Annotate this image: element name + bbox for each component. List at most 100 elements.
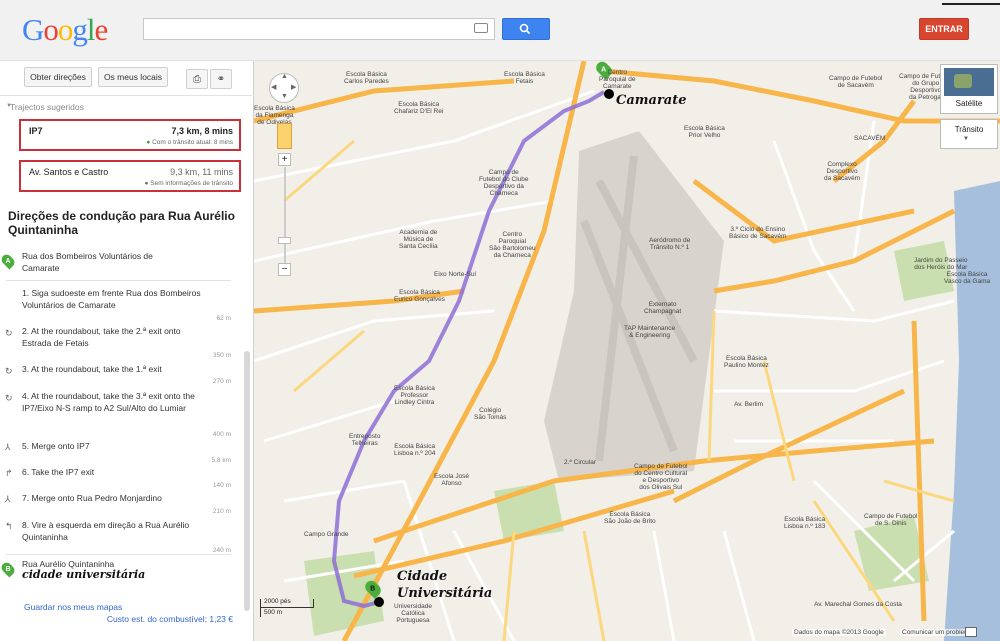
zoom-slider-thumb[interactable] — [278, 237, 291, 244]
route-option-ip7[interactable]: IP7 7,3 km, 8 mins ● Com o trânsito atua… — [19, 119, 241, 151]
keyboard-icon[interactable] — [474, 23, 488, 33]
direction-step[interactable]: 2. At the roundabout, take the 2.ª exit … — [22, 325, 202, 349]
pan-right-icon[interactable]: ▶ — [291, 83, 296, 91]
satellite-toggle[interactable]: Satélite — [940, 64, 998, 114]
traffic-toggle[interactable]: Trânsito ▼ — [940, 119, 998, 149]
link-button[interactable]: ⚭ — [210, 69, 232, 89]
map-attribution: Dados do mapa ©2013 Google — [792, 629, 886, 636]
map-label: Campo de Futebol do Clube Desportivo da … — [479, 169, 529, 197]
merge-icon: ⅄ — [5, 494, 11, 504]
search-button[interactable] — [502, 18, 550, 40]
map-label: Escola Básica Carlos Paredes — [344, 71, 389, 85]
scale-meters: 500 m — [264, 609, 283, 616]
route-option-santos-castro[interactable]: Av. Santos e Castro 9,3 km, 11 mins ● Se… — [19, 160, 241, 192]
pan-down-icon[interactable]: ▼ — [281, 93, 288, 100]
map-label: Complexo Desportivo da Sacavém — [824, 161, 861, 182]
sidebar-scrollbar[interactable] — [244, 351, 250, 611]
annotation-cidade: Cidade — [397, 569, 448, 584]
save-to-my-maps-link[interactable]: Guardar nos meus mapas — [24, 602, 122, 612]
search-input[interactable] — [143, 18, 495, 40]
end-dot — [374, 597, 384, 607]
pan-up-icon[interactable]: ▲ — [281, 73, 288, 80]
merge-icon: ⅄ — [5, 442, 11, 452]
direction-step[interactable]: 6. Take the IP7 exit — [22, 466, 202, 478]
map-label: Jardim do Passeio dos Heróis do Mar — [914, 257, 968, 271]
direction-step[interactable]: 5. Merge onto IP7 — [22, 440, 202, 452]
zoom-in-button[interactable]: + — [278, 153, 291, 166]
map-label: 3.º Ciclo do Ensino Básico de Sacavém — [729, 226, 787, 240]
step-distance: 350 m — [212, 352, 231, 359]
step-distance: 62 m — [216, 315, 231, 322]
map-label: Escola Básica Prior Velho — [684, 125, 725, 139]
map-label: Eixo Norte-Sul — [434, 271, 476, 278]
satellite-label: Satélite — [955, 99, 983, 108]
map-overview-icon[interactable] — [965, 627, 977, 637]
direction-step[interactable]: 7. Merge onto Rua Pedro Monjardino — [22, 492, 202, 504]
google-logo[interactable]: Google — [22, 12, 108, 48]
map-label: Campo Grande — [304, 531, 349, 538]
directions-title: Direções de condução para Rua Aurélio Qu… — [8, 209, 235, 237]
map-label: Campo de Futebol de S. Dinis — [864, 513, 918, 527]
direction-step[interactable]: 1. Siga sudoeste em frente Rua dos Bombe… — [22, 287, 202, 311]
zoom-out-button[interactable]: − — [278, 263, 291, 276]
scale-feet: 2000 pés — [264, 598, 291, 605]
traffic-label: Trânsito — [954, 125, 984, 134]
chevron-down-icon: ▼ — [963, 136, 969, 142]
turn-left-icon: ↰ — [5, 521, 13, 531]
top-divider — [942, 3, 1000, 5]
map-label: Av. Berlim — [734, 401, 764, 408]
link-icon: ⚭ — [216, 73, 226, 85]
handwritten-end-note: cidade universitária — [22, 568, 146, 581]
print-button[interactable]: ⎙ — [186, 69, 208, 89]
top-bar: Google ENTRAR — [0, 0, 1000, 61]
fuel-cost: Custo est. do combustível: 1,23 € — [106, 614, 233, 624]
end-marker-icon: B — [0, 560, 17, 578]
route-distance: 7,3 km, 8 mins — [171, 126, 233, 136]
map-label: Campo de Futebol do Centro Cultural e De… — [634, 463, 688, 491]
map-label: Campo de Futebol de Sacavém — [829, 75, 883, 89]
map-graphic — [254, 61, 1000, 641]
step-distance: 270 m — [212, 378, 231, 385]
pan-control[interactable]: ▲ ▼ ◀ ▶ — [269, 73, 299, 103]
my-places-button[interactable]: Os meus locais — [98, 67, 168, 87]
step-distance: 240 m — [212, 547, 231, 554]
map-label: Externato Champagnat — [644, 301, 682, 315]
start-marker-icon: A — [0, 252, 17, 270]
step-distance: 140 m — [212, 482, 231, 489]
route-name: Av. Santos e Castro — [29, 167, 109, 177]
get-directions-button[interactable]: Obter direções — [24, 67, 92, 87]
map-label: Colégio São Tomás — [474, 407, 507, 421]
step-distance: 5,8 km — [211, 457, 231, 464]
map-label: Universidade Católica Portuguesa — [394, 603, 432, 624]
street-view-pegman-icon[interactable] — [277, 123, 292, 149]
direction-step[interactable]: 8. Vire à esquerda em direção a Rua Auré… — [22, 519, 192, 543]
start-address: Rua dos Bombeiros Voluntários de Camarat… — [22, 251, 153, 273]
report-problem-link[interactable]: Comunicar um problema — [900, 629, 976, 636]
map-label: Escola Básica Paulino Montez — [724, 355, 769, 369]
roundabout-icon: ↻ — [5, 366, 13, 376]
map-label: Escola José Afonso — [434, 473, 470, 487]
divider — [6, 280, 231, 281]
map-label: Centro Paroquial São Bartolomeu da Charn… — [489, 231, 536, 259]
route-traffic-note: ● Com o trânsito atual: 8 mins — [146, 139, 233, 146]
signin-button[interactable]: ENTRAR — [919, 18, 969, 40]
annotation-universitaria: Universitária — [397, 586, 493, 601]
direction-step[interactable]: 3. At the roundabout, take the 1.ª exit — [22, 363, 202, 375]
direction-step[interactable]: 4. At the roundabout, take the 3.ª exit … — [22, 390, 202, 414]
zoom-slider-track[interactable] — [284, 167, 286, 263]
divider — [6, 554, 231, 555]
map-label: Escola Básica São João de Brito — [604, 511, 656, 525]
directions-panel: Obter direções Os meus locais ⎙ ⚭ ▼ Traj… — [0, 61, 254, 641]
step-distance: 400 m — [212, 431, 231, 438]
map-label: Academia de Música de Santa Cecília — [399, 229, 438, 250]
map-label: Escola Básica Lisboa n.º 204 — [394, 443, 436, 457]
pan-left-icon[interactable]: ◀ — [271, 83, 276, 91]
route-traffic-note: ● Sem informações de trânsito — [144, 180, 233, 187]
start-dot — [604, 89, 614, 99]
print-icon: ⎙ — [193, 73, 201, 85]
map-label: Escola Básica Lisboa n.º 183 — [784, 516, 826, 530]
map-label: Centro Paroquial de Camarate — [599, 69, 636, 90]
route-name: IP7 — [29, 126, 43, 136]
roundabout-icon: ↻ — [5, 393, 13, 403]
map-canvas[interactable]: A B Camarate Cidade Universitária Escola… — [254, 61, 1000, 641]
